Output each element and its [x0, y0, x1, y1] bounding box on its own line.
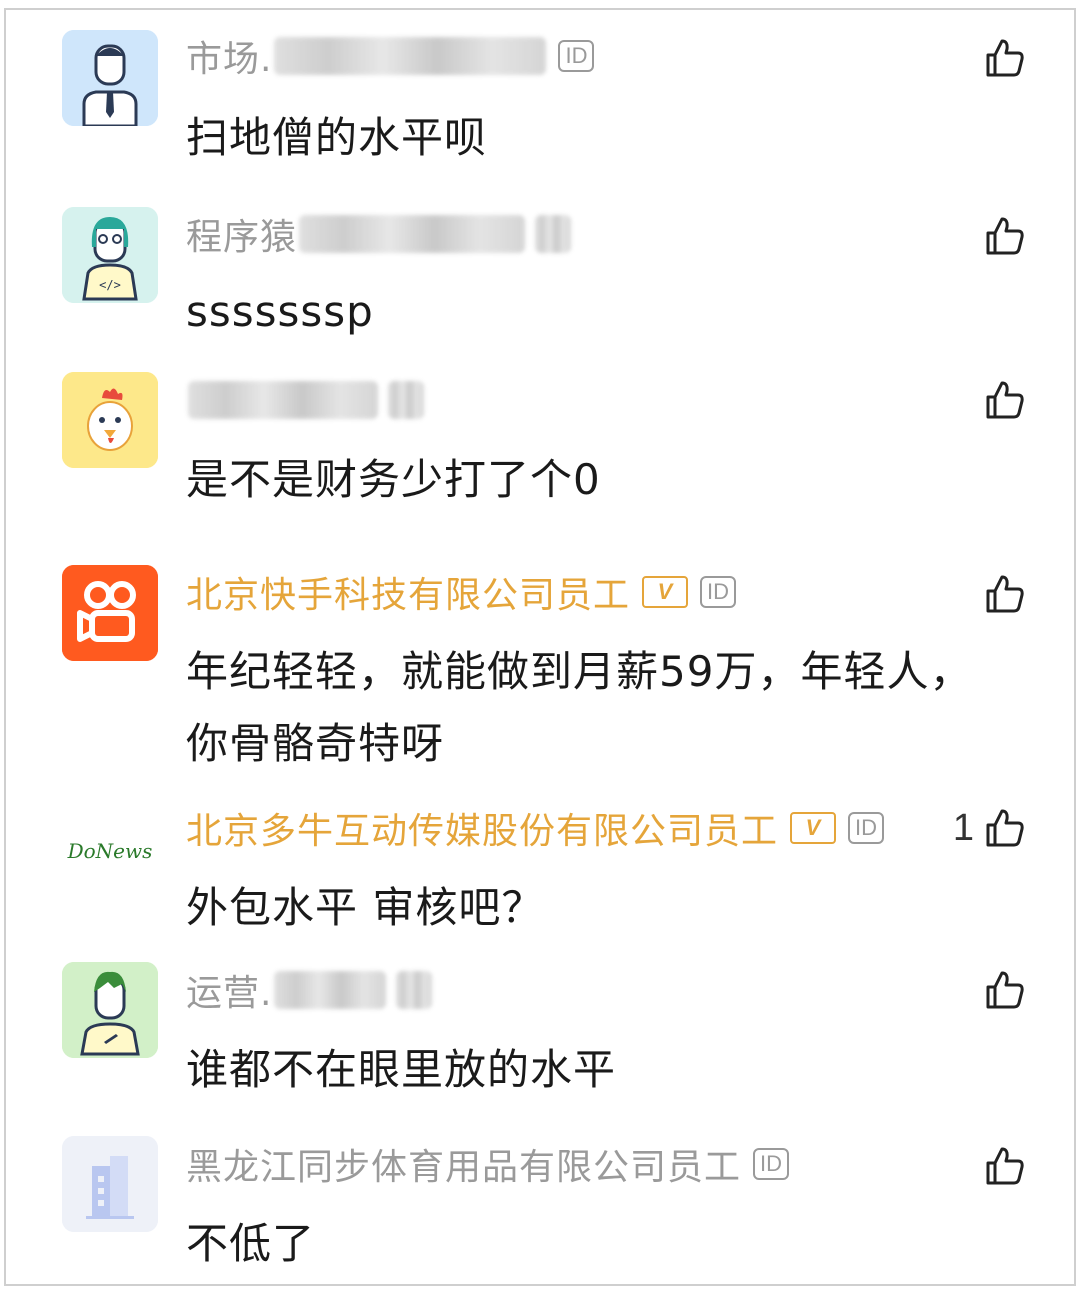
company-building-avatar[interactable]: [62, 1136, 158, 1232]
comment-text: 是不是财务少打了个0: [186, 455, 601, 504]
comment-text: 扫地僧的水平呗: [186, 113, 488, 162]
comment-text: 外包水平 审核吧？: [186, 883, 545, 932]
operator-avatar[interactable]: [62, 962, 158, 1058]
comment-text: 年纪轻轻，就能做到月薪59万，年轻人，你骨骼奇特呀: [186, 647, 973, 768]
verified-badge: V: [790, 812, 837, 844]
thumbs-up-icon: [986, 575, 1024, 613]
author-name[interactable]: 黑龙江同步体育用品有限公司员工: [186, 1138, 741, 1190]
thumbs-up-icon: [986, 1147, 1024, 1185]
author-name[interactable]: 程序猿: [186, 208, 297, 260]
comment-text: 不低了: [186, 1219, 316, 1268]
thumbs-up-icon: [986, 971, 1024, 1009]
thumbs-up-icon: [986, 217, 1024, 255]
author-name[interactable]: 市场.: [186, 30, 272, 82]
redacted-name: [188, 381, 378, 419]
thumbs-up-icon: [986, 809, 1024, 847]
author-name[interactable]: 运营.: [186, 964, 272, 1016]
author-row: 北京多牛互动传媒股份有限公司员工 V ID: [186, 802, 885, 854]
id-badge: ID: [848, 812, 885, 844]
id-badge: ID: [700, 576, 737, 608]
comment-text: sssssssp: [186, 287, 374, 336]
like-button[interactable]: [984, 376, 1026, 424]
like-button[interactable]: [984, 34, 1026, 82]
comment-list: 市场. ID 扫地僧的水平呗 </> 程序猿 sssssssp 是不是财务少打了…: [4, 8, 1076, 1286]
businessman-avatar[interactable]: [62, 30, 158, 126]
author-row: 市场. ID: [186, 30, 595, 82]
donews-logo-text: DoNews: [67, 839, 153, 863]
redacted-badge: [388, 381, 424, 419]
donews-logo-avatar[interactable]: DoNews: [62, 802, 158, 898]
like-button[interactable]: 1: [953, 804, 1026, 852]
like-button[interactable]: [984, 1142, 1026, 1190]
id-badge: ID: [558, 40, 595, 72]
redacted-badge: [396, 971, 433, 1009]
like-button[interactable]: [984, 966, 1026, 1014]
like-button[interactable]: [984, 570, 1026, 618]
like-count: 1: [952, 806, 974, 849]
kuaishou-logo-avatar[interactable]: [62, 565, 158, 661]
redacted-badge: [535, 215, 572, 253]
author-row: 黑龙江同步体育用品有限公司员工 ID: [186, 1138, 790, 1190]
redacted-name: [274, 971, 387, 1009]
comment-text: 谁都不在眼里放的水平: [186, 1045, 617, 1094]
chicken-avatar[interactable]: [62, 372, 158, 468]
redacted-name: [274, 37, 547, 75]
author-row: 北京快手科技有限公司员工 V ID: [186, 566, 737, 618]
thumbs-up-icon: [986, 39, 1024, 77]
author-row: [186, 376, 424, 424]
programmer-avatar[interactable]: </>: [62, 207, 158, 303]
author-name[interactable]: 北京多牛互动传媒股份有限公司员工: [186, 802, 778, 854]
author-name[interactable]: 北京快手科技有限公司员工: [186, 566, 630, 618]
svg-text:</>: </>: [99, 278, 121, 292]
redacted-name: [299, 215, 526, 253]
author-row: 运营.: [186, 964, 433, 1016]
thumbs-up-icon: [986, 381, 1024, 419]
id-badge: ID: [753, 1148, 790, 1180]
verified-badge: V: [642, 576, 689, 608]
like-button[interactable]: [984, 212, 1026, 260]
author-row: 程序猿: [186, 208, 572, 260]
